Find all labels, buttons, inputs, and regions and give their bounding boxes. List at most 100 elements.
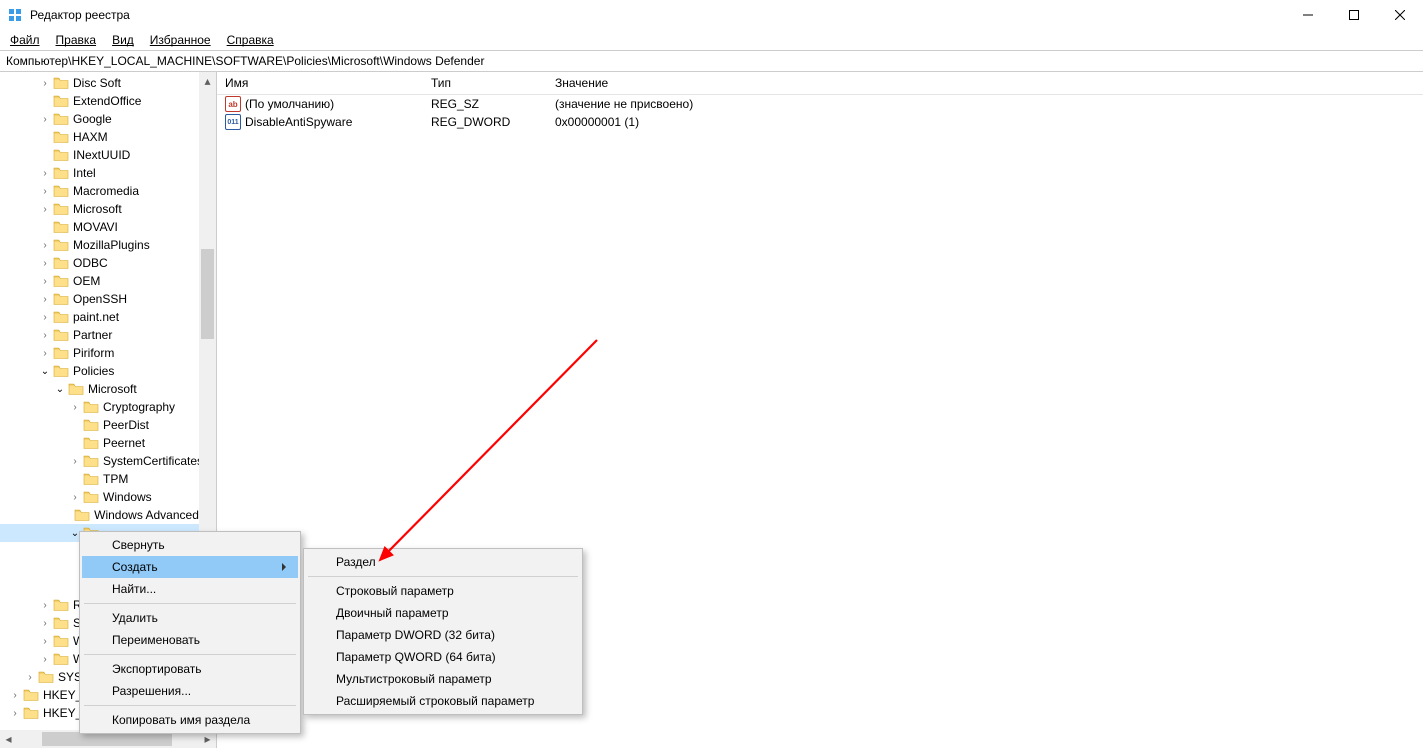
list-body: ab(По умолчанию)REG_SZ(значение не присв… <box>217 95 1423 131</box>
chevron-right-icon[interactable]: › <box>23 670 37 684</box>
tree-item[interactable]: ›SystemCertificates <box>0 452 216 470</box>
value-name: (По умолчанию) <box>245 97 334 111</box>
folder-icon <box>23 706 39 720</box>
menu-edit[interactable]: Правка <box>56 33 97 47</box>
col-name[interactable]: Имя <box>217 72 423 94</box>
tree-item[interactable]: ›OEM <box>0 272 216 290</box>
chevron-right-icon[interactable]: › <box>38 76 52 90</box>
ctx-new-qword[interactable]: Параметр QWORD (64 бита) <box>306 646 580 668</box>
tree-item[interactable]: › Google <box>0 110 216 128</box>
chevron-right-icon[interactable]: › <box>38 652 52 666</box>
chevron-right-icon[interactable]: › <box>38 202 52 216</box>
tree-item[interactable]: ›Cryptography <box>0 398 216 416</box>
chevron-right-icon[interactable]: › <box>38 616 52 630</box>
menu-favorites[interactable]: Избранное <box>150 33 211 47</box>
tree-item[interactable]: ›paint.net <box>0 308 216 326</box>
chevron-down-icon[interactable]: ⌄ <box>53 382 67 396</box>
tree-item[interactable]: › OpenSSH <box>0 290 216 308</box>
tree-item[interactable]: HAXM <box>0 128 216 146</box>
tree-item[interactable]: ⌄Microsoft <box>0 380 216 398</box>
chevron-right-icon[interactable]: › <box>38 184 52 198</box>
chevron-right-icon[interactable]: › <box>8 688 22 702</box>
tree-item[interactable]: ›Partner <box>0 326 216 344</box>
chevron-right-icon[interactable]: › <box>38 346 52 360</box>
list-row[interactable]: 011DisableAntiSpywareREG_DWORD0x00000001… <box>217 113 1423 131</box>
chevron-right-icon[interactable]: › <box>38 598 52 612</box>
menu-view[interactable]: Вид <box>112 33 134 47</box>
tree-item[interactable]: PeerDist <box>0 416 216 434</box>
tree-item-label: Microsoft <box>73 202 122 216</box>
menu-file[interactable]: Файл <box>10 33 40 47</box>
ctx-new-binary[interactable]: Двоичный параметр <box>306 602 580 624</box>
ctx-rename[interactable]: Переименовать <box>82 629 298 651</box>
tree-item[interactable]: › ODBC <box>0 254 216 272</box>
tree-item-label: OpenSSH <box>73 292 127 306</box>
tree-item[interactable]: ›Disc Soft <box>0 74 216 92</box>
folder-icon <box>83 418 99 432</box>
scroll-thumb[interactable] <box>201 249 214 339</box>
tree-item[interactable]: ›Piriform <box>0 344 216 362</box>
spacer-icon <box>38 148 52 162</box>
ctx-permissions[interactable]: Разрешения... <box>82 680 298 702</box>
folder-icon <box>53 76 69 90</box>
ctx-copy-key-name[interactable]: Копировать имя раздела <box>82 709 298 731</box>
chevron-right-icon[interactable]: › <box>38 310 52 324</box>
chevron-right-icon[interactable]: › <box>38 328 52 342</box>
tree-item[interactable]: ›Intel <box>0 164 216 182</box>
list-row[interactable]: ab(По умолчанию)REG_SZ(значение не присв… <box>217 95 1423 113</box>
chevron-right-icon[interactable]: › <box>38 292 52 306</box>
tree-item[interactable]: ExtendOffice <box>0 92 216 110</box>
tree-item-label: Google <box>73 112 112 126</box>
reg-binary-icon: 011 <box>225 114 241 130</box>
close-button[interactable] <box>1377 0 1423 30</box>
scroll-left-icon[interactable]: ◂ <box>0 730 17 748</box>
folder-icon <box>53 148 69 162</box>
chevron-right-icon[interactable]: › <box>38 634 52 648</box>
spacer-icon <box>38 220 52 234</box>
spacer-icon <box>38 94 52 108</box>
ctx-new-string[interactable]: Строковый параметр <box>306 580 580 602</box>
chevron-down-icon[interactable]: ⌄ <box>38 364 52 378</box>
tree-item[interactable]: Peernet <box>0 434 216 452</box>
tree-item[interactable]: INextUUID <box>0 146 216 164</box>
tree-item-label: HAXM <box>73 130 108 144</box>
ctx-collapse[interactable]: Свернуть <box>82 534 298 556</box>
ctx-new-expandstring[interactable]: Расширяемый строковый параметр <box>306 690 580 712</box>
ctx-new-multistring[interactable]: Мультистроковый параметр <box>306 668 580 690</box>
maximize-button[interactable] <box>1331 0 1377 30</box>
ctx-create[interactable]: Создать <box>82 556 298 578</box>
scroll-thumb-h[interactable] <box>42 732 172 746</box>
address-bar[interactable]: Компьютер\HKEY_LOCAL_MACHINE\SOFTWARE\Po… <box>0 50 1423 72</box>
chevron-right-icon[interactable]: › <box>68 454 82 468</box>
chevron-right-icon[interactable]: › <box>68 490 82 504</box>
tree-item[interactable]: ›Macromedia <box>0 182 216 200</box>
tree-item[interactable]: MOVAVI <box>0 218 216 236</box>
tree-item[interactable]: › Microsoft <box>0 200 216 218</box>
col-type[interactable]: Тип <box>423 72 547 94</box>
ctx-new-key[interactable]: Раздел <box>306 551 580 573</box>
tree-item[interactable]: TPM <box>0 470 216 488</box>
tree-item[interactable]: › Windows <box>0 488 216 506</box>
menu-help[interactable]: Справка <box>227 33 274 47</box>
minimize-button[interactable] <box>1285 0 1331 30</box>
chevron-right-icon[interactable]: › <box>8 706 22 720</box>
scroll-up-icon[interactable]: ▴ <box>199 72 216 89</box>
chevron-right-icon[interactable]: › <box>38 238 52 252</box>
ctx-new-dword[interactable]: Параметр DWORD (32 бита) <box>306 624 580 646</box>
chevron-right-icon[interactable]: › <box>68 400 82 414</box>
ctx-delete[interactable]: Удалить <box>82 607 298 629</box>
ctx-find[interactable]: Найти... <box>82 578 298 600</box>
tree-item[interactable]: ⌄Policies <box>0 362 216 380</box>
tree-item-label: Windows <box>103 490 152 504</box>
chevron-right-icon[interactable]: › <box>38 274 52 288</box>
value-type: REG_SZ <box>423 97 547 111</box>
chevron-right-icon[interactable]: › <box>38 112 52 126</box>
col-data[interactable]: Значение <box>547 72 1423 94</box>
chevron-right-icon[interactable]: › <box>38 256 52 270</box>
chevron-right-icon[interactable]: › <box>38 166 52 180</box>
ctx-export[interactable]: Экспортировать <box>82 658 298 680</box>
tree-item-label: ODBC <box>73 256 108 270</box>
tree-item[interactable]: Windows Advanced Th <box>0 506 216 524</box>
ctx-separator <box>84 705 296 706</box>
tree-item[interactable]: ›MozillaPlugins <box>0 236 216 254</box>
